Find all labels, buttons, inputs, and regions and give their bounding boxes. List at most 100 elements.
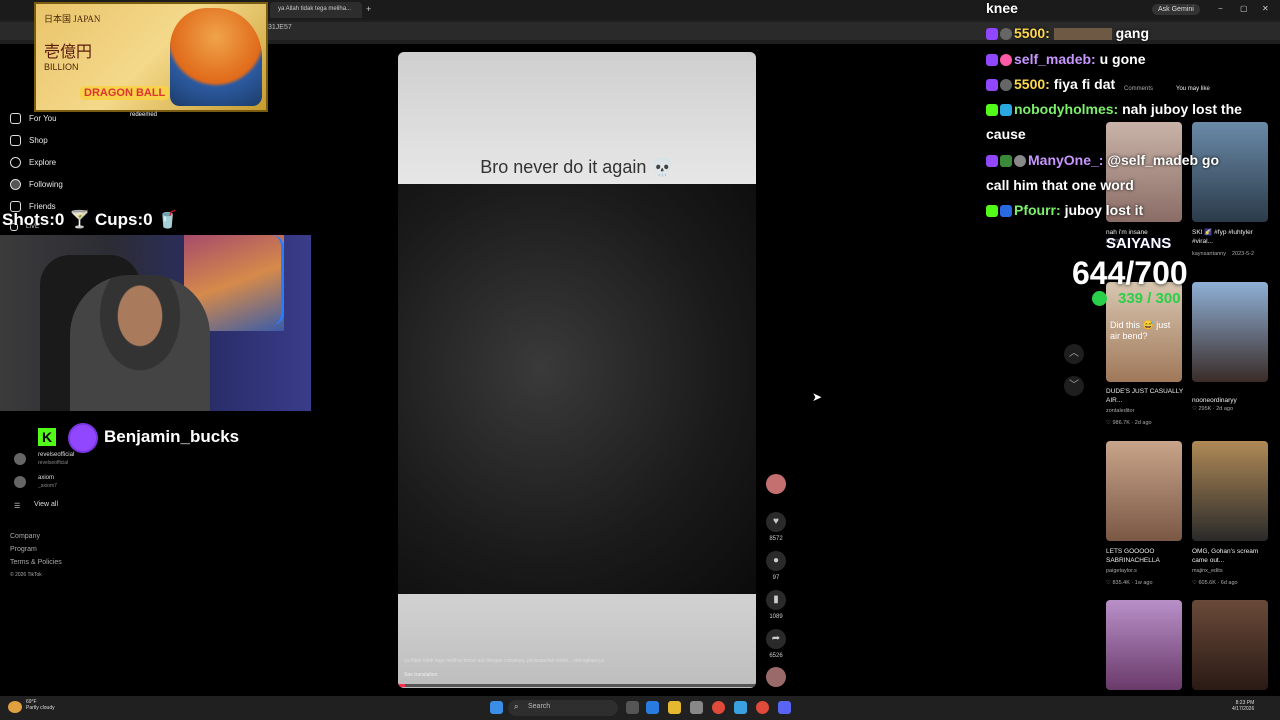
thumbnail-caption: LETS GOOOOO SABRINACHELLA — [1106, 548, 1160, 564]
chat-message: 5500: gang — [986, 25, 1149, 41]
thumbnail-caption: OMG, Gohan's scream came out... — [1192, 548, 1259, 564]
new-tab-icon[interactable]: + — [366, 4, 371, 14]
tab-comments[interactable]: Comments — [1124, 86, 1153, 92]
chat-text: call him that one word — [986, 177, 1134, 193]
sidebar-item-for-you[interactable]: For You — [10, 113, 57, 124]
video-thumbnail[interactable] — [1192, 600, 1268, 690]
view-all-link[interactable]: View all — [34, 501, 58, 508]
windows-start-icon[interactable] — [490, 701, 503, 714]
task-view-icon[interactable] — [626, 701, 639, 714]
sound-disc-icon[interactable] — [766, 667, 786, 687]
search-icon: ⌕ — [514, 702, 519, 711]
thumbnail-user: nooneordinaryy — [1192, 397, 1237, 404]
thumbnail-meta: ♡ 986.7K · 2d ago — [1106, 420, 1152, 426]
card-value: 壱億円 — [44, 44, 93, 61]
chat-text: gang — [1115, 25, 1150, 41]
author-avatar[interactable] — [766, 474, 786, 494]
chat-username: self_madeb: — [1014, 51, 1096, 67]
goal-title: SAIYANS — [1106, 235, 1172, 252]
sub-badge-icon — [1000, 205, 1012, 218]
streamer — [70, 275, 210, 411]
sidebar-item-explore[interactable]: Explore — [10, 157, 56, 168]
avatar[interactable] — [14, 453, 26, 465]
telegram-icon[interactable] — [734, 701, 747, 714]
thumbnail-user: zontaleditor — [1106, 408, 1135, 414]
chat-message: Pfourr: juboy lost it — [986, 202, 1143, 218]
like-icon[interactable]: ♥ — [766, 512, 786, 532]
chat-message: 5500: fiya fi dat — [986, 76, 1115, 92]
kick-icon: K — [38, 428, 56, 446]
following-icon — [10, 179, 21, 190]
goal-subprogress: 339 / 300 — [1118, 290, 1181, 307]
chat-message: knee — [986, 0, 1018, 16]
chat-text: fiya fi dat — [1053, 76, 1116, 92]
footer-terms[interactable]: Terms & Policies — [10, 559, 62, 566]
like-count: 8572 — [769, 536, 783, 542]
chat-username: nobodyholmes: — [1014, 101, 1119, 117]
dragon-ball-logo: DRAGON BALL — [80, 86, 170, 100]
bookmark-icon[interactable]: ▮ — [766, 590, 786, 610]
avatar[interactable] — [14, 476, 26, 488]
footer-company[interactable]: Company — [10, 533, 40, 540]
chat-text: juboy lost it — [1064, 202, 1144, 218]
obs-icon[interactable] — [756, 701, 769, 714]
shots-cups-counter: Shots:0 🍸 Cups:0 🥤 — [2, 210, 179, 229]
next-video-icon[interactable]: ﹀ — [1064, 376, 1084, 396]
thumbnail-meta: ♡ 835.4K · 1w ago — [1106, 580, 1153, 586]
video-bottom-frame — [398, 594, 756, 688]
chat-username: ManyOne_: — [1028, 152, 1104, 168]
chrome-icon[interactable] — [712, 701, 725, 714]
video-thumbnail[interactable] — [1106, 441, 1182, 541]
tab-active[interactable]: ya Allah tidak tega meliha... — [270, 2, 362, 18]
share-icon[interactable]: ➦ — [766, 629, 786, 649]
menu-icon: ☰ — [14, 503, 21, 510]
minimize-icon[interactable]: − — [1218, 4, 1223, 13]
weather-widget[interactable]: 69°F Partly cloudy — [26, 699, 55, 711]
chat-text: @self_madeb go — [1107, 152, 1220, 168]
sidebar-item-label: Shop — [29, 136, 48, 145]
previous-video-icon[interactable]: ︿ — [1064, 344, 1084, 364]
share-count: 6526 — [769, 653, 783, 659]
streamer-name: Benjamin_bucks — [104, 427, 240, 446]
see-translation-link[interactable]: See translation — [404, 672, 437, 678]
search-label: Search — [528, 703, 551, 710]
sidebar-item-label: Following — [29, 180, 63, 189]
ask-gemini-button[interactable]: Ask Gemini — [1152, 4, 1200, 15]
video-progress-track[interactable] — [398, 684, 756, 687]
video-progress-fill — [398, 684, 406, 687]
sub-badge-icon — [1000, 28, 1012, 41]
sub-badge-icon — [1014, 155, 1026, 168]
thumbnail-meta: ♡ 295K · 2d ago — [1192, 406, 1234, 412]
following-account[interactable]: axiom — [38, 475, 54, 481]
following-handle: revelseofficial — [38, 460, 69, 466]
video-scene — [398, 184, 756, 594]
chat-username: 5500: — [1014, 76, 1050, 92]
edge-icon[interactable] — [646, 701, 659, 714]
video-thumbnail[interactable] — [1192, 122, 1268, 222]
taskbar-clock[interactable]: 8:23 PM 4/17/2026 — [1232, 700, 1254, 712]
taskbar-search[interactable]: Search — [508, 700, 618, 716]
footer-program[interactable]: Program — [10, 546, 37, 553]
close-icon[interactable]: ✕ — [1262, 4, 1269, 13]
sidebar-item-shop[interactable]: Shop — [10, 135, 48, 146]
video-thumbnail[interactable] — [1192, 441, 1268, 541]
file-explorer-icon[interactable] — [668, 701, 681, 714]
thumbnail-user: paigetaylor.s — [1106, 568, 1137, 574]
tab-you-may-like[interactable]: You may like — [1176, 86, 1210, 92]
maximize-icon[interactable]: ▢ — [1240, 4, 1248, 13]
video-player[interactable]: Bro never do it again 💀 ya Allah tidak t… — [398, 52, 756, 688]
video-thumbnail[interactable] — [1192, 282, 1268, 382]
twitch-icon — [68, 423, 98, 453]
discord-icon[interactable] — [778, 701, 791, 714]
thumbnail-overlay-text: Did this 😅 just air bend? — [1110, 320, 1171, 341]
sidebar-item-following[interactable]: Following — [10, 179, 63, 190]
sub-badge-icon — [1000, 104, 1012, 117]
following-account[interactable]: revelseofficial — [38, 452, 74, 458]
comment-icon[interactable]: ● — [766, 551, 786, 571]
redeemed-label: redeemed — [130, 112, 158, 118]
chat-text: knee — [986, 0, 1018, 16]
chat-text: cause — [986, 126, 1026, 142]
settings-icon[interactable] — [690, 701, 703, 714]
kick-badge-icon — [986, 205, 998, 218]
video-thumbnail[interactable] — [1106, 600, 1182, 690]
